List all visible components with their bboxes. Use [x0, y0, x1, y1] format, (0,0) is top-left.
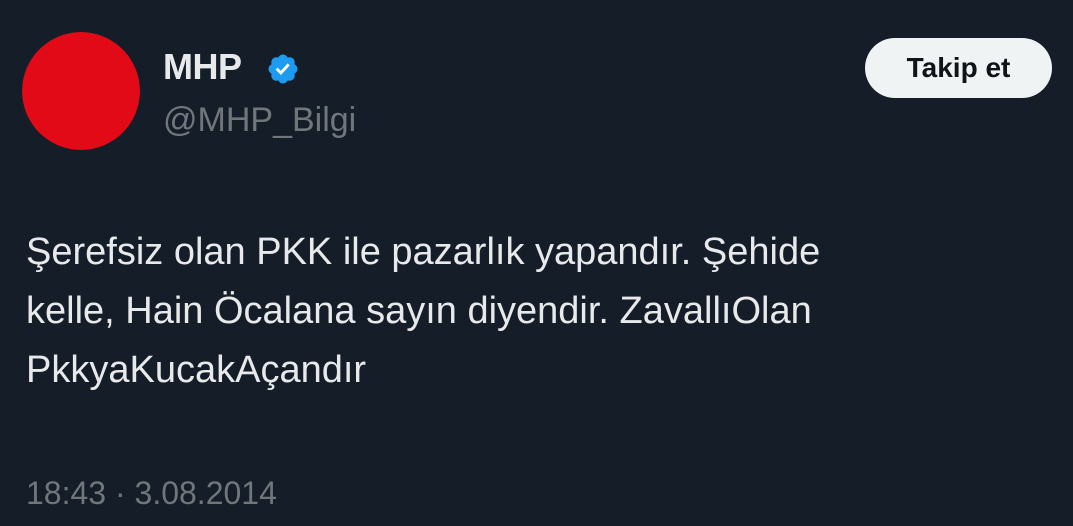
tweet-text: Şerefsiz olan PKK ile pazarlık yapandır.…: [26, 223, 1046, 400]
tweet-text-line: kelle, Hain Öcalana sayın diyendir. Zava…: [26, 290, 812, 332]
mhp-crescents-logo-icon[interactable]: [22, 32, 140, 150]
verified-badge-icon: [268, 54, 298, 84]
tweet-time-link[interactable]: 18:43 · 3.08.2014: [26, 475, 277, 511]
author-handle[interactable]: @MHP_Bilgi: [163, 98, 356, 142]
tweet-text-line: Şerefsiz olan PKK ile pazarlık yapandır.…: [26, 231, 821, 273]
tweet-timestamp: 18:43 · 3.08.2014: [26, 471, 277, 515]
follow-button[interactable]: Takip et: [865, 38, 1052, 98]
tweet-time: 18:43: [26, 475, 107, 511]
author-display-name[interactable]: MHP: [163, 45, 242, 89]
tweet-text-line: PkkyaKucakAçandır: [26, 349, 367, 391]
timestamp-separator: ·: [114, 475, 126, 511]
tweet-card: MHP @MHP_Bilgi Takip et Şerefsiz olan PK…: [0, 0, 1073, 526]
tweet-date: 3.08.2014: [134, 475, 277, 511]
